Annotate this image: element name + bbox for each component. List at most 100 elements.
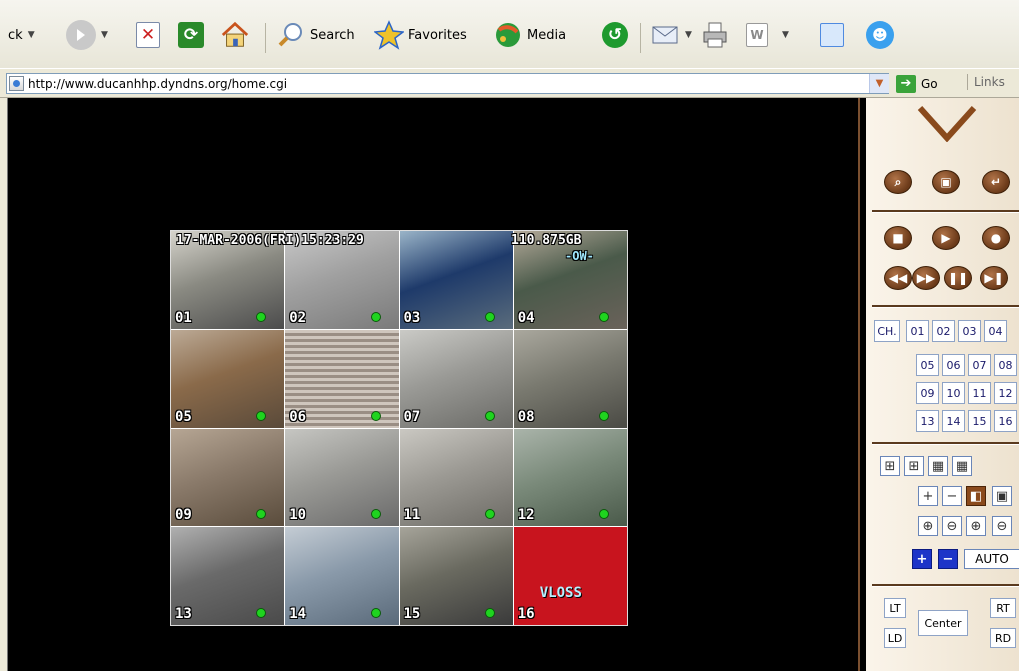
links-label[interactable]: Links [967,74,1005,90]
refresh-icon: ⟳ [178,22,204,48]
camera-tile[interactable]: 03 [399,231,513,329]
address-field[interactable]: http://www.ducanhhp.dyndns.org/home.cgi … [6,73,889,94]
camera-tile[interactable]: 06 [285,329,399,428]
pip-icon[interactable]: ◧ [966,486,986,506]
mail-button[interactable]: ▼ [650,17,692,53]
camera-tile[interactable]: 08 [513,329,627,428]
media-label: Media [527,27,567,43]
zoom-in-icon[interactable]: + [918,486,938,506]
channel-07-button[interactable]: 07 [968,354,991,376]
channel-12-button[interactable]: 12 [994,382,1017,404]
ptz-center-button[interactable]: Center [918,610,968,636]
pause-icon[interactable]: ❚❚ [944,266,972,290]
camera-number: 10 [289,507,307,524]
go-button[interactable]: ➔ Go [896,73,938,94]
search-label: Search [310,27,355,43]
channel-09-button[interactable]: 09 [916,382,939,404]
camera-tile[interactable]: 14 [285,527,399,625]
favorites-icon [374,20,404,50]
channel-16-button[interactable]: 16 [994,410,1017,432]
auto-button[interactable]: AUTO [964,549,1019,569]
channel-08-button[interactable]: 08 [994,354,1017,376]
chevron-down-icon[interactable]: ▼ [782,30,789,40]
channel-11-button[interactable]: 11 [968,382,991,404]
history-icon: ↺ [602,22,628,48]
camera-tile[interactable]: 11 [399,428,513,527]
stop-icon[interactable]: ■ [884,226,912,250]
step-icon[interactable]: ▶❚ [980,266,1008,290]
camera-status-dot [370,608,381,618]
search-button[interactable]: Search [276,17,355,53]
back-button[interactable]: ck ▼ [4,17,35,53]
favorites-button[interactable]: Favorites [374,17,467,53]
camera-tile[interactable]: 07 [399,329,513,428]
iris-close-icon[interactable]: ⊖ [992,516,1012,536]
camera-tile[interactable]: 15 [399,527,513,625]
play-icon[interactable]: ▶ [932,226,960,250]
freeze-icon[interactable]: ▣ [992,486,1012,506]
record-icon[interactable]: ● [982,226,1010,250]
chevron-down-icon[interactable]: ▼ [101,30,108,40]
plus-icon[interactable]: + [912,549,932,569]
return-icon[interactable]: ↵ [982,170,1010,194]
ptz-rt-button[interactable]: RT [990,598,1016,618]
chevron-down-icon[interactable]: ▼ [869,74,889,93]
ch-label-button[interactable]: CH. [874,320,900,342]
channel-04-button[interactable]: 04 [984,320,1007,342]
messenger-button[interactable]: ☻ [866,17,894,53]
split-9-view-icon[interactable]: ⊞ [904,456,924,476]
minus-icon[interactable]: − [938,549,958,569]
refresh-button[interactable]: ⟳ [178,17,204,53]
discuss-button[interactable] [820,17,844,53]
panel-divider [872,584,1019,587]
backup-icon[interactable]: ▣ [932,170,960,194]
home-button[interactable] [220,17,250,53]
camera-tile[interactable]: 10 [285,428,399,527]
split-16-view-icon[interactable]: ▦ [952,456,972,476]
camera-number: 03 [403,309,421,326]
camera-number: 02 [289,309,307,326]
forward-button[interactable]: ▼ [66,17,108,53]
channel-05-button[interactable]: 05 [916,354,939,376]
channel-13-button[interactable]: 13 [916,410,939,432]
channel-01-button[interactable]: 01 [906,320,929,342]
channel-03-button[interactable]: 03 [958,320,981,342]
channel-15-button[interactable]: 15 [968,410,991,432]
print-button[interactable] [700,17,730,53]
ptz-ld-button[interactable]: LD [884,628,906,648]
zoom-out-icon[interactable]: − [942,486,962,506]
camera-tile[interactable]: 13 [171,527,285,625]
fast-forward-icon[interactable]: ▶▶ [912,266,940,290]
split-13-view-icon[interactable]: ▦ [928,456,948,476]
rewind-icon[interactable]: ◀◀ [884,266,912,290]
edit-button[interactable]: W ▼ [746,17,789,53]
panel-divider [872,305,1019,308]
channel-10-button[interactable]: 10 [942,382,965,404]
ptz-down-chevron-icon[interactable] [916,106,978,142]
camera-tile[interactable]: VLOSS 16 [513,527,627,625]
split-4-view-icon[interactable]: ⊞ [880,456,900,476]
search-icon[interactable]: ⌕ [884,170,912,194]
channel-02-button[interactable]: 02 [932,320,955,342]
osd-storage: 110.875GB [511,233,582,248]
ptz-rd-button[interactable]: RD [990,628,1016,648]
ptz-lt-button[interactable]: LT [884,598,906,618]
focus-far-icon[interactable]: ⊖ [942,516,962,536]
camera-number: 04 [517,309,535,326]
osd-datetime: 17-MAR-2006(FRI)15:23:29 [176,233,364,248]
camera-tile[interactable]: 09 [171,428,285,527]
focus-near-icon[interactable]: ⊕ [918,516,938,536]
chevron-down-icon[interactable]: ▼ [28,30,35,40]
camera-grid: 17-MAR-2006(FRI)15:23:29 110.875GB -OW- … [170,230,628,626]
channel-14-button[interactable]: 14 [942,410,965,432]
stop-button[interactable]: ✕ [136,17,160,53]
channel-06-button[interactable]: 06 [942,354,965,376]
media-button[interactable]: Media [493,17,566,53]
camera-number: 12 [517,507,535,524]
camera-tile[interactable]: 05 [171,329,285,428]
camera-number: 15 [403,606,421,622]
camera-tile[interactable]: 12 [513,428,627,527]
chevron-down-icon[interactable]: ▼ [685,30,692,40]
iris-open-icon[interactable]: ⊕ [966,516,986,536]
history-button[interactable]: ↺ [602,17,628,53]
